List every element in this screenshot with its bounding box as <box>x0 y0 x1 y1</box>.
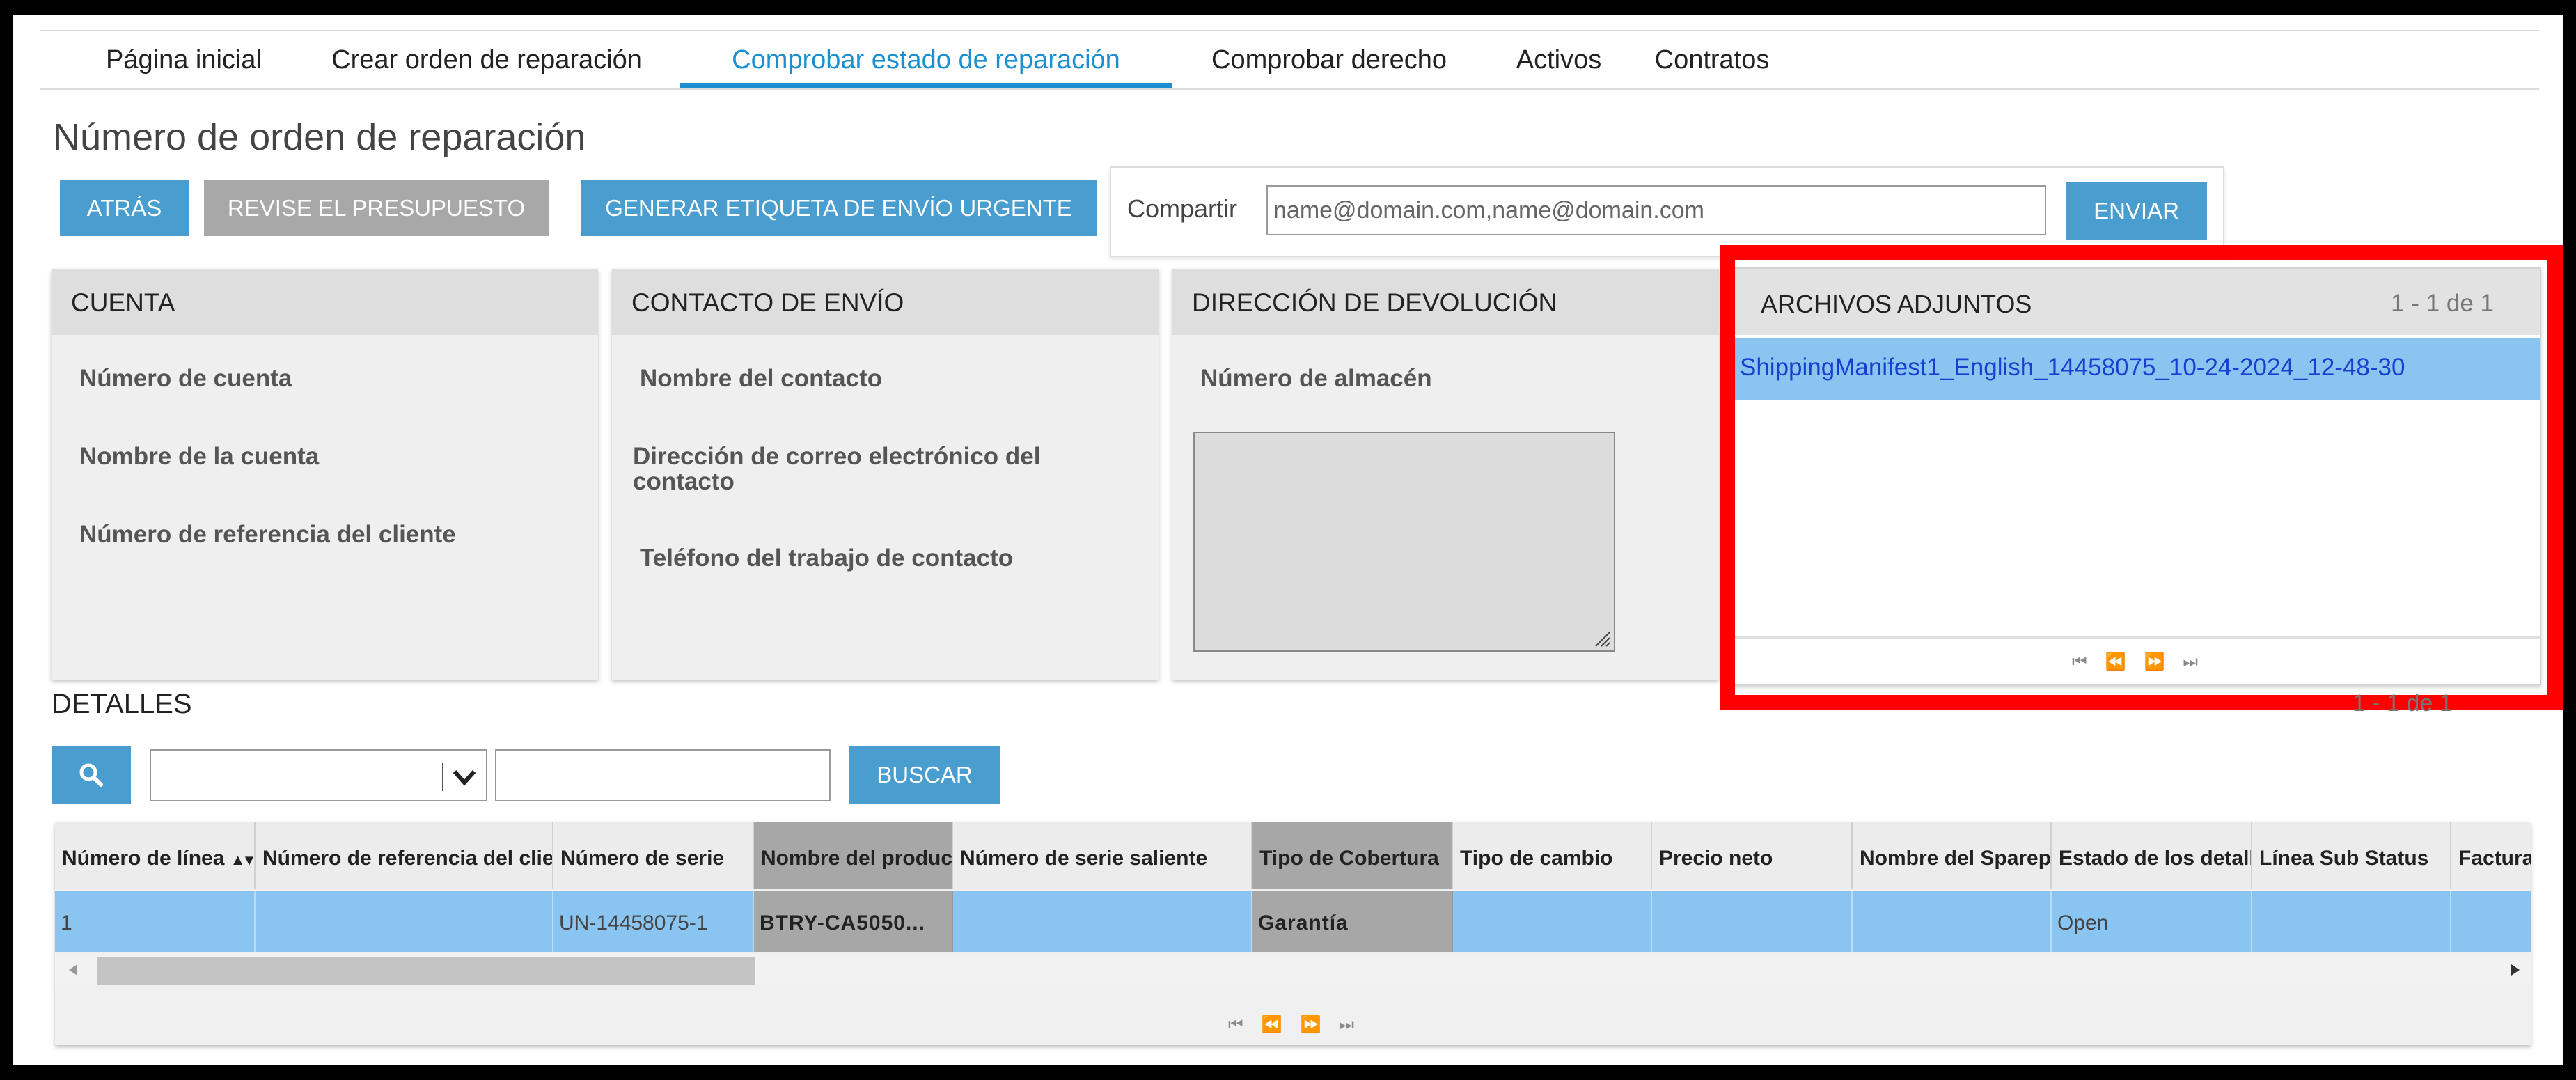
shipping-contact-panel-title: CONTACTO DE ENVÍO <box>612 269 1159 335</box>
tab-contracts[interactable]: Contratos <box>1635 44 1789 86</box>
table-cell[interactable]: UN-14458075-1 <box>553 891 754 952</box>
details-count: 1 - 1 de 1 <box>2353 690 2453 717</box>
table-cell[interactable]: Open <box>2052 891 2252 952</box>
column-header-customer-reference[interactable]: Número de referencia del cliente <box>256 822 553 889</box>
column-header-label: Número de línea <box>62 847 225 870</box>
review-quote-button[interactable]: REVISE EL PRESUPUESTO <box>204 180 549 236</box>
column-header-line-sub-status[interactable]: Línea Sub Status <box>2252 822 2451 889</box>
nav-divider-top <box>40 30 2539 31</box>
account-panel-title: CUENTA <box>52 269 598 335</box>
account-panel: CUENTA Número de cuenta Nombre de la cue… <box>52 269 598 680</box>
column-header-coverage-type[interactable]: Tipo de Cobertura <box>1252 822 1453 889</box>
shipping-contact-panel: CONTACTO DE ENVÍO Nombre del contacto Di… <box>612 269 1159 680</box>
column-header-net-price[interactable]: Precio neto <box>1652 822 1853 889</box>
table-cell[interactable] <box>1453 891 1652 952</box>
highlight-box <box>1720 245 2563 710</box>
scroll-left-icon[interactable] <box>68 963 79 977</box>
tab-assets[interactable]: Activos <box>1496 44 1621 86</box>
return-address-panel-title: DIRECCIÓN DE DEVOLUCIÓN <box>1172 269 1719 335</box>
table-cell[interactable] <box>2252 891 2451 952</box>
contact-email-label: Dirección de correo electrónico del cont… <box>633 443 1041 495</box>
customer-reference-label: Número de referencia del cliente <box>79 521 456 548</box>
search-icon-button[interactable] <box>52 746 131 804</box>
account-name-label: Nombre de la cuenta <box>79 443 320 470</box>
generate-urgent-shipping-label-button[interactable]: GENERAR ETIQUETA DE ENVÍO URGENTE <box>581 180 1097 236</box>
search-icon <box>79 763 103 787</box>
send-button[interactable]: ENVIAR <box>2066 182 2207 240</box>
tab-check-repair-status[interactable]: Comprobar estado de reparación <box>680 44 1172 86</box>
table-cell[interactable]: Garantía <box>1252 891 1453 952</box>
details-title: DETALLES <box>52 689 192 719</box>
scroll-right-icon[interactable] <box>2510 963 2521 977</box>
tab-create-repair-order[interactable]: Crear orden de reparación <box>313 44 661 86</box>
account-number-label: Número de cuenta <box>79 365 292 392</box>
page-title: Número de orden de reparación <box>53 116 586 158</box>
return-address-panel: DIRECCIÓN DE DEVOLUCIÓN Número de almacé… <box>1172 269 1719 680</box>
column-header-serial-number[interactable]: Número de serie <box>553 822 754 889</box>
filter-select[interactable] <box>150 749 487 801</box>
column-header-detail-status[interactable]: Estado de los detalles <box>2052 822 2252 889</box>
return-address-textarea[interactable] <box>1193 432 1615 652</box>
nav-divider-bottom <box>40 88 2539 90</box>
table-cell[interactable]: BTRY-CA5050... <box>754 891 953 952</box>
share-label: Compartir <box>1127 194 1238 223</box>
sort-ascending-icon[interactable]: ▲▾ <box>230 851 253 868</box>
table-cell[interactable] <box>1652 891 1853 952</box>
search-button[interactable]: BUSCAR <box>849 746 1000 804</box>
column-header-line-number[interactable]: Número de línea ▲▾ <box>55 822 256 889</box>
details-search-input[interactable] <box>495 749 831 801</box>
contact-work-phone-label: Teléfono del trabajo de contacto <box>640 545 1014 572</box>
table-cell[interactable] <box>1853 891 2052 952</box>
contact-name-label: Nombre del contacto <box>640 365 883 392</box>
details-grid: Número de línea ▲▾ Número de referencia … <box>55 822 2531 1045</box>
table-cell[interactable] <box>953 891 1252 952</box>
app-page: Página inicial Crear orden de reparación… <box>13 15 2563 1065</box>
column-header-outgoing-serial[interactable]: Número de serie saliente <box>953 822 1252 889</box>
tab-check-entitlement[interactable]: Comprobar derecho <box>1190 44 1468 86</box>
chevron-down-icon[interactable] <box>450 765 478 790</box>
horizontal-scrollbar[interactable] <box>55 955 2531 985</box>
select-separator <box>442 763 443 791</box>
column-header-product-name[interactable]: Nombre del producto <box>754 822 953 889</box>
back-button[interactable]: ATRÁS <box>60 180 189 236</box>
column-header-invoice[interactable]: Factura <box>2451 822 2531 889</box>
column-header-exchange-type[interactable]: Tipo de cambio <box>1453 822 1652 889</box>
tab-home[interactable]: Página inicial <box>79 44 288 86</box>
resize-grip-icon[interactable] <box>1592 628 1611 648</box>
active-tab-indicator <box>680 83 1172 88</box>
share-email-input[interactable] <box>1266 185 2046 235</box>
warehouse-number-label: Número de almacén <box>1200 365 1432 392</box>
column-header-sparepart-name[interactable]: Nombre del Sparepart <box>1853 822 2052 889</box>
table-cell[interactable] <box>2451 891 2531 952</box>
details-pager-icons[interactable]: ⏮⏪⏩⏭ <box>1228 1015 1372 1035</box>
scrollbar-thumb[interactable] <box>97 957 755 985</box>
table-cell[interactable] <box>256 891 553 952</box>
table-cell[interactable]: 1 <box>55 891 256 952</box>
